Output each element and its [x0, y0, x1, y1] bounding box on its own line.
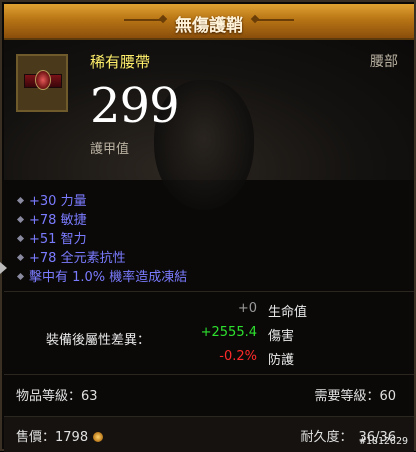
- sell-price: 售價：1798: [16, 430, 89, 445]
- affix-text: 擊中有 1.0% 機率造成凍結: [29, 270, 188, 285]
- affix-item: +78 敏捷: [16, 209, 87, 228]
- item-rarity-type: 稀有腰帶: [90, 53, 151, 71]
- comparison-value-damage: +2555.4: [200, 325, 257, 340]
- affix-item: 擊中有 1.0% 機率造成凍結: [16, 266, 187, 285]
- sell-price-row: 售價：1798: [16, 426, 104, 445]
- gold-coin-icon: [93, 432, 104, 442]
- affix-item: +78 全元素抗性: [16, 247, 126, 266]
- item-level: 物品等級：63: [16, 389, 98, 404]
- divider: [4, 291, 414, 292]
- comparison-title: 裝備後屬性差異：: [46, 333, 151, 348]
- affix-item: +51 智力: [16, 228, 87, 247]
- required-level: 需要等級：60: [314, 389, 396, 404]
- comparison-label-life: 生命值: [268, 305, 308, 320]
- diamond-bullet-icon: [16, 234, 25, 243]
- durability-label: 耐久度：: [300, 430, 353, 445]
- tooltip-header: 無傷護鞘: [4, 4, 414, 40]
- armor-value: 299: [90, 78, 180, 134]
- affix-text: +30 力量: [29, 194, 87, 209]
- diamond-bullet-icon: [16, 215, 25, 224]
- divider: [4, 374, 414, 375]
- item-tooltip: 無傷護鞘 稀有腰帶 腰部 299 護甲值 +30 力量 +78 敏捷 +51 智…: [0, 0, 416, 452]
- diamond-bullet-icon: [16, 253, 25, 262]
- affix-item: +30 力量: [16, 190, 87, 209]
- comparison-label-damage: 傷害: [268, 329, 295, 344]
- affix-text: +78 敏捷: [29, 213, 87, 228]
- item-icon-frame[interactable]: [16, 54, 68, 112]
- comparison-label-toughness: 防護: [268, 353, 295, 368]
- comparison-value-life: +0: [237, 301, 257, 316]
- item-slot: 腰部: [370, 54, 398, 70]
- affix-text: +51 智力: [29, 232, 87, 247]
- affix-text: +78 全元素抗性: [29, 251, 126, 266]
- comparison-value-toughness: -0.2%: [219, 349, 257, 364]
- header-ornament-right: [256, 19, 294, 21]
- belt-buckle-icon: [35, 70, 51, 90]
- watermark: #1812629: [359, 436, 408, 447]
- armor-label: 護甲值: [90, 142, 130, 157]
- side-arrow-icon: [0, 262, 7, 274]
- diamond-bullet-icon: [16, 272, 25, 281]
- item-title: 無傷護鞘: [175, 16, 243, 36]
- diamond-bullet-icon: [16, 196, 25, 205]
